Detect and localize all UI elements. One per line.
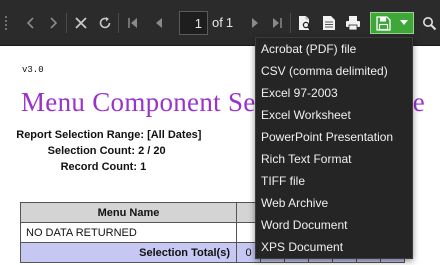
toolbar-separator xyxy=(290,13,291,33)
document-icon xyxy=(323,16,335,30)
menu-item-web-archive[interactable]: Web Archive xyxy=(256,192,412,214)
param-value: 2 / 20 xyxy=(138,145,166,157)
param-row: Record Count: 1 xyxy=(12,161,252,177)
report-version: v3.0 xyxy=(22,65,44,75)
toolbar-grip[interactable] xyxy=(4,15,8,31)
last-page-icon xyxy=(273,18,282,28)
search-button[interactable] xyxy=(419,12,439,34)
print-button[interactable] xyxy=(343,12,363,34)
page-of-label: of xyxy=(212,15,223,30)
menu-item-xps[interactable]: XPS Document xyxy=(256,236,412,258)
report-parameters: Report Selection Range: [All Dates] Sele… xyxy=(12,129,252,177)
caret-down-icon xyxy=(400,20,408,25)
page-number-input[interactable] xyxy=(179,11,208,35)
document-search-icon xyxy=(299,16,312,31)
no-data-cell: NO DATA RETURNED xyxy=(20,222,237,243)
first-page-button[interactable] xyxy=(123,12,143,34)
chevron-left-icon xyxy=(26,17,34,29)
first-page-icon xyxy=(128,18,137,28)
previous-icon-button[interactable] xyxy=(21,12,41,34)
refresh-icon xyxy=(99,17,111,29)
param-row: Report Selection Range: [All Dates] xyxy=(12,129,252,145)
menu-item-tiff[interactable]: TIFF file xyxy=(256,170,412,192)
menu-item-excel-worksheet[interactable]: Excel Worksheet xyxy=(256,104,412,126)
refresh-button[interactable] xyxy=(95,12,115,34)
page-count-label: of 1 xyxy=(212,15,233,30)
printer-icon xyxy=(346,16,360,31)
menu-item-powerpoint[interactable]: PowerPoint Presentation xyxy=(256,126,412,148)
next-icon-button[interactable] xyxy=(43,12,63,34)
param-key: Selection Count: xyxy=(47,145,135,157)
search-icon xyxy=(422,16,436,30)
toolbar-separator xyxy=(66,13,67,33)
param-key: Record Count: xyxy=(60,161,137,173)
selection-total-label: Selection Total(s) xyxy=(20,242,237,263)
toolbar-separator xyxy=(118,13,119,33)
menu-item-csv[interactable]: CSV (comma delimited) xyxy=(256,60,412,82)
param-value: [All Dates] xyxy=(147,129,202,141)
triangle-left-icon xyxy=(156,18,162,28)
menu-item-rich-text[interactable]: Rich Text Format xyxy=(256,148,412,170)
previous-page-button[interactable] xyxy=(149,12,169,34)
param-key: Report Selection Range: xyxy=(16,129,144,141)
param-value: 1 xyxy=(140,161,147,173)
save-icon xyxy=(375,15,391,31)
triangle-right-icon xyxy=(252,18,258,28)
next-page-button[interactable] xyxy=(245,12,265,34)
find-document-button[interactable] xyxy=(295,12,315,34)
export-dropdown-toggle[interactable] xyxy=(395,13,413,33)
export-format-menu: Acrobat (PDF) file CSV (comma delimited)… xyxy=(255,37,413,259)
export-button[interactable] xyxy=(370,12,414,34)
chevron-right-icon xyxy=(50,17,58,29)
stop-button[interactable] xyxy=(71,12,91,34)
menu-item-excel-97-2003[interactable]: Excel 97-2003 xyxy=(256,82,412,104)
page-layout-button[interactable] xyxy=(319,12,339,34)
menu-item-pdf[interactable]: Acrobat (PDF) file xyxy=(256,38,412,60)
menu-item-word[interactable]: Word Document xyxy=(256,214,412,236)
page-total-label: 1 xyxy=(225,15,234,30)
column-header-menu-name: Menu Name xyxy=(20,202,237,223)
close-icon xyxy=(75,17,87,29)
last-page-button[interactable] xyxy=(267,12,287,34)
export-save-area[interactable] xyxy=(371,13,395,33)
param-row: Selection Count: 2 / 20 xyxy=(12,145,252,161)
